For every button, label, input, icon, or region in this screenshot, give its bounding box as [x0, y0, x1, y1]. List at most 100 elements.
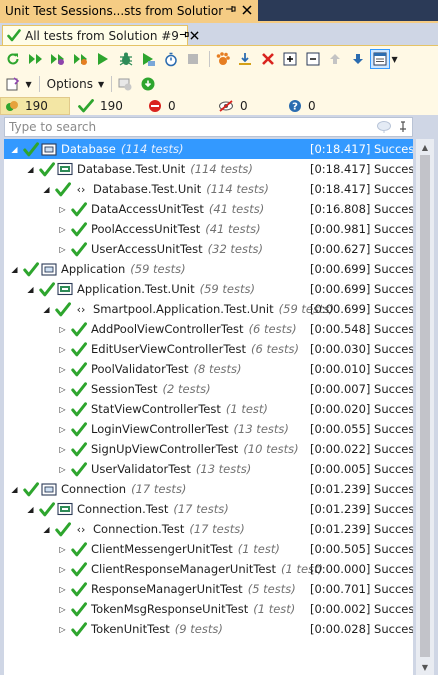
tree-row-assembly[interactable]: ◢ Connection.Test (17 tests) [0:01.239] Suc…: [4, 499, 413, 519]
namespace-icon: ‹›: [73, 302, 89, 316]
vertical-scrollbar[interactable]: ▲ ▼: [416, 139, 434, 675]
collapse-arrow-icon[interactable]: ◢: [25, 499, 36, 519]
tree-row-project[interactable]: ◢ Database (114 tests) [0:18.417] Success: [4, 139, 413, 159]
tree-row-assembly[interactable]: ◢ Application.Test.Unit (59 tests) [0:00.69…: [4, 279, 413, 299]
layout-button[interactable]: [370, 49, 390, 69]
profile-all-button[interactable]: [71, 49, 91, 69]
filter-passed[interactable]: 190: [70, 97, 140, 115]
expand-arrow-icon[interactable]: ▷: [57, 319, 68, 339]
filter-ignored[interactable]: 0: [210, 97, 280, 115]
tree-row-class[interactable]: ▷ ClientResponseManagerUnitTest (1 test) [0…: [4, 559, 413, 579]
tree-row-class[interactable]: ▷ UserAccessUnitTest (32 tests) [0:00.627] …: [4, 239, 413, 259]
collapse-arrow-icon[interactable]: ◢: [9, 479, 20, 499]
filter-failed[interactable]: 0: [140, 97, 210, 115]
refresh-button[interactable]: [3, 49, 23, 69]
tree-row-class[interactable]: ▷ AddPoolViewControllerTest (6 tests) [0:00…: [4, 319, 413, 339]
options-dropdown[interactable]: Options ▼: [43, 77, 108, 91]
expand-arrow-icon[interactable]: ▷: [57, 539, 68, 559]
collapse-arrow-icon[interactable]: ◢: [9, 259, 20, 279]
expand-arrow-icon[interactable]: ▷: [57, 339, 68, 359]
passed-check-icon: [23, 141, 39, 157]
show-output-button[interactable]: [115, 74, 135, 94]
layout-dropdown-arrow[interactable]: ▼: [392, 55, 398, 64]
run-all-button[interactable]: [26, 49, 46, 69]
tree-row-assembly[interactable]: ◢ Database.Test.Unit (114 tests) [0:18.417]…: [4, 159, 413, 179]
collapse-arrow-icon[interactable]: ◢: [41, 299, 52, 319]
expand-all-button[interactable]: [280, 49, 300, 69]
toolbar-row-1: ▼: [3, 48, 398, 70]
expand-arrow-icon[interactable]: ▷: [57, 579, 68, 599]
collapse-arrow-icon[interactable]: ◢: [9, 139, 20, 159]
search-input[interactable]: [5, 119, 376, 135]
tree-row-class[interactable]: ▷ DataAccessUnitTest (41 tests) [0:16.808] …: [4, 199, 413, 219]
tree-row-class[interactable]: ▷ UserValidatorTest (13 tests) [0:00.005] S…: [4, 459, 413, 479]
tree-row-class[interactable]: ▷ ClientMessengerUnitTest (1 test) [0:00.50…: [4, 539, 413, 559]
debug-all-button[interactable]: [48, 49, 68, 69]
pin-icon[interactable]: [179, 29, 190, 43]
expand-arrow-icon[interactable]: ▷: [57, 379, 68, 399]
group-by-dropdown-arrow[interactable]: ▼: [26, 80, 32, 89]
scroll-down-arrow[interactable]: ▼: [416, 659, 434, 675]
tree-row-class[interactable]: ▷ SignUpViewControllerTest (10 tests) [0:00…: [4, 439, 413, 459]
tree-row-class[interactable]: ▷ TokenUnitTest (9 tests) [0:00.028] Succes…: [4, 619, 413, 639]
close-icon[interactable]: [239, 4, 255, 18]
group-by-button[interactable]: [3, 74, 23, 94]
collapse-arrow-icon[interactable]: ◢: [25, 159, 36, 179]
tree-row-class[interactable]: ▷ EditUserViewControllerTest (6 tests) [0:0…: [4, 339, 413, 359]
tree-row-class[interactable]: ▷ ResponseManagerUnitTest (5 tests) [0:00.7…: [4, 579, 413, 599]
tree-row-project[interactable]: ◢ Connection (17 tests) [0:01.239] Success: [4, 479, 413, 499]
expand-arrow-icon[interactable]: ▷: [57, 439, 68, 459]
tree-row-namespace[interactable]: ◢ ‹› Connection.Test (17 tests) [0:01.239] S…: [4, 519, 413, 539]
expand-arrow-icon[interactable]: ▷: [57, 459, 68, 479]
expand-arrow-icon[interactable]: ▷: [57, 239, 68, 259]
next-failed-button[interactable]: [348, 49, 368, 69]
pin-icon[interactable]: [398, 121, 408, 133]
close-tab-icon[interactable]: [190, 29, 199, 43]
expand-arrow-icon[interactable]: ▷: [57, 399, 68, 419]
track-running-button[interactable]: [213, 49, 233, 69]
collapse-arrow-icon[interactable]: ◢: [41, 519, 52, 539]
filter-all-tests[interactable]: 190: [0, 97, 70, 115]
expand-arrow-icon[interactable]: ▷: [57, 559, 68, 579]
tree-item-name: TokenMsgResponseUnitTest: [91, 602, 249, 616]
passed-check-icon: [71, 461, 87, 477]
scrollbar-thumb[interactable]: [420, 155, 430, 657]
tree-row-namespace[interactable]: ◢ ‹› Database.Test.Unit (114 tests) [0:18.41…: [4, 179, 413, 199]
expand-arrow-icon[interactable]: ▷: [57, 199, 68, 219]
tree-item-test-count: (41 tests): [205, 222, 261, 236]
export-button[interactable]: [235, 49, 255, 69]
tree-row-class[interactable]: ▷ PoolAccessUnitTest (41 tests) [0:00.981] …: [4, 219, 413, 239]
scroll-up-arrow[interactable]: ▲: [416, 139, 434, 155]
stopwatch-button[interactable]: [161, 49, 181, 69]
pin-icon[interactable]: [223, 3, 239, 18]
svg-text:?: ?: [292, 102, 298, 113]
debug-selected-button[interactable]: [116, 49, 136, 69]
expand-arrow-icon[interactable]: ▷: [57, 599, 68, 619]
collapse-arrow-icon[interactable]: ◢: [25, 279, 36, 299]
previous-failed-button[interactable]: [325, 49, 345, 69]
profile-selected-button[interactable]: [138, 49, 158, 69]
remove-button[interactable]: [258, 49, 278, 69]
expand-arrow-icon[interactable]: ▷: [57, 619, 68, 639]
tool-window-tab[interactable]: Unit Test Sessions...sts from Solution #…: [0, 0, 258, 21]
expand-arrow-icon[interactable]: ▷: [57, 419, 68, 439]
search-options-icon[interactable]: [376, 120, 392, 134]
tree-row-class[interactable]: ▷ StatViewControllerTest (1 test) [0:00.020…: [4, 399, 413, 419]
tree-row-class[interactable]: ▷ SessionTest (2 tests) [0:00.007] Success: [4, 379, 413, 399]
tree-row-class[interactable]: ▷ TokenMsgResponseUnitTest (1 test) [0:00.0…: [4, 599, 413, 619]
tree-row-project[interactable]: ◢ Application (59 tests) [0:00.699] Success: [4, 259, 413, 279]
auto-run-button[interactable]: [138, 74, 158, 94]
tree-row-namespace[interactable]: ◢ ‹› Smartpool.Application.Test.Unit (59 te…: [4, 299, 413, 319]
tree-row-class[interactable]: ▷ LoginViewControllerTest (13 tests) [0:00.…: [4, 419, 413, 439]
tree-item-result: [0:00.699] Success: [310, 302, 413, 316]
collapse-all-button[interactable]: [303, 49, 323, 69]
stop-button[interactable]: [183, 49, 203, 69]
run-selected-button[interactable]: [93, 49, 113, 69]
tree-row-class[interactable]: ▷ PoolValidatorTest (8 tests) [0:00.010] Su…: [4, 359, 413, 379]
tree-item-name: Database: [61, 142, 116, 156]
session-tab-all-tests[interactable]: All tests from Solution #9: [2, 25, 199, 45]
collapse-arrow-icon[interactable]: ◢: [41, 179, 52, 199]
expand-arrow-icon[interactable]: ▷: [57, 219, 68, 239]
expand-arrow-icon[interactable]: ▷: [57, 359, 68, 379]
filter-unknown[interactable]: ? 0: [280, 97, 350, 115]
